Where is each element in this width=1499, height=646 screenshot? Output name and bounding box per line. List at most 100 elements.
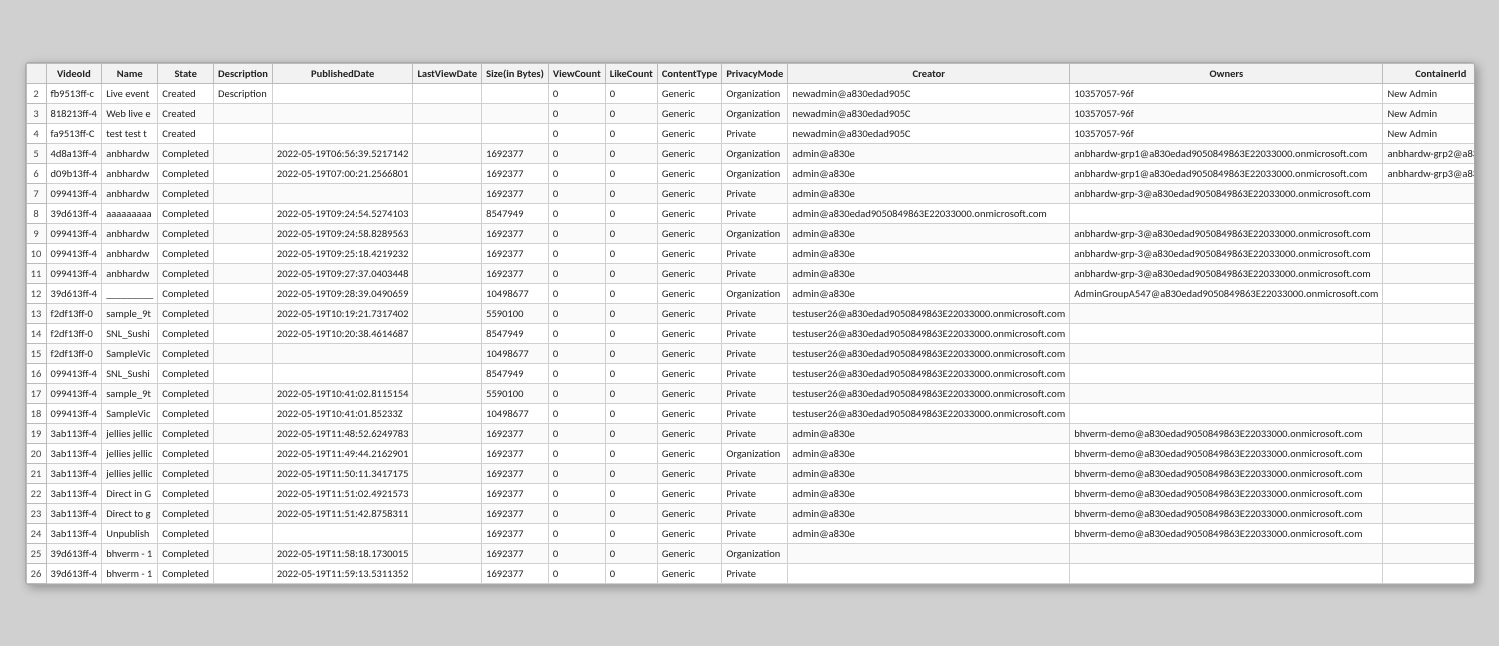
table-cell bbox=[1070, 543, 1383, 563]
table-row: 213ab113ff-4jellies jellicCompleted2022-… bbox=[26, 463, 1474, 483]
column-header-state: State bbox=[158, 63, 214, 83]
table-cell: testuser26@a830edad9050849863E22033000.o… bbox=[788, 303, 1070, 323]
table-cell: Generic bbox=[657, 303, 721, 323]
table-cell bbox=[214, 363, 273, 383]
row-number: 22 bbox=[26, 483, 46, 503]
table-cell: 0 bbox=[548, 403, 605, 423]
row-number: 11 bbox=[26, 263, 46, 283]
table-cell: 0 bbox=[605, 543, 657, 563]
table-cell: Created bbox=[158, 123, 214, 143]
table-cell: 0 bbox=[605, 303, 657, 323]
table-cell: AdminGroupA547@a830edad9050849863E220330… bbox=[1070, 283, 1383, 303]
table-cell bbox=[1383, 283, 1474, 303]
table-row: 1239d613ff-4_________Completed2022-05-19… bbox=[26, 283, 1474, 303]
column-header-row: VideoIdNameStateDescriptionPublishedDate… bbox=[26, 63, 1474, 83]
table-cell: 1692377 bbox=[482, 223, 549, 243]
table-cell: Private bbox=[722, 483, 788, 503]
spreadsheet-wrapper[interactable]: VideoIdNameStateDescriptionPublishedDate… bbox=[26, 63, 1474, 584]
table-cell bbox=[214, 103, 273, 123]
table-row: 10099413ff-4anbhardwCompleted2022-05-19T… bbox=[26, 243, 1474, 263]
column-header-publisheddate: PublishedDate bbox=[272, 63, 413, 83]
table-cell: Completed bbox=[158, 363, 214, 383]
table-cell: 0 bbox=[548, 143, 605, 163]
table-cell: Completed bbox=[158, 283, 214, 303]
table-cell bbox=[788, 563, 1070, 583]
table-row: 193ab113ff-4jellies jellicCompleted2022-… bbox=[26, 423, 1474, 443]
table-cell bbox=[413, 283, 482, 303]
table-cell: 0 bbox=[548, 523, 605, 543]
table-cell bbox=[214, 383, 273, 403]
table-cell: 0 bbox=[605, 243, 657, 263]
table-cell bbox=[413, 163, 482, 183]
table-cell: 0 bbox=[605, 223, 657, 243]
table-cell: SNL_Sushi bbox=[102, 363, 158, 383]
table-cell: Completed bbox=[158, 483, 214, 503]
table-cell: 0 bbox=[605, 563, 657, 583]
table-cell: Direct to g bbox=[102, 503, 158, 523]
table-cell: bhverm-demo@a830edad9050849863E22033000.… bbox=[1070, 463, 1383, 483]
table-cell: anbhardw bbox=[102, 183, 158, 203]
table-cell: bhverm - 1 bbox=[102, 563, 158, 583]
table-row: 17099413ff-4sample_9tCompleted2022-05-19… bbox=[26, 383, 1474, 403]
table-cell bbox=[482, 123, 549, 143]
table-cell: 2022-05-19T09:28:39.0490659 bbox=[272, 283, 413, 303]
table-cell: Completed bbox=[158, 263, 214, 283]
column-header-name: Name bbox=[102, 63, 158, 83]
table-cell bbox=[214, 463, 273, 483]
table-cell: Organization bbox=[722, 103, 788, 123]
table-cell: Completed bbox=[158, 303, 214, 323]
table-row: 243ab113ff-4UnpublishCompleted169237700G… bbox=[26, 523, 1474, 543]
table-cell bbox=[1383, 543, 1474, 563]
table-cell: 10357057-96f bbox=[1070, 103, 1383, 123]
table-cell bbox=[413, 503, 482, 523]
table-cell: 2022-05-19T10:41:02.8115154 bbox=[272, 383, 413, 403]
table-cell: admin@a830e bbox=[788, 523, 1070, 543]
table-cell: 0 bbox=[548, 463, 605, 483]
table-cell: newadmin@a830edad905C bbox=[788, 123, 1070, 143]
table-cell: Completed bbox=[158, 323, 214, 343]
table-cell bbox=[1070, 203, 1383, 223]
table-cell: Private bbox=[722, 203, 788, 223]
table-cell bbox=[272, 363, 413, 383]
table-row: 16099413ff-4SNL_SushiCompleted854794900G… bbox=[26, 363, 1474, 383]
table-cell: 1692377 bbox=[482, 483, 549, 503]
data-table: VideoIdNameStateDescriptionPublishedDate… bbox=[26, 63, 1474, 584]
table-cell: 818213ff-4 bbox=[46, 103, 102, 123]
table-cell: 0 bbox=[548, 323, 605, 343]
table-cell bbox=[214, 283, 273, 303]
column-header-description: Description bbox=[214, 63, 273, 83]
table-row: 4fa9513ff-Ctest test tCreated00GenericPr… bbox=[26, 123, 1474, 143]
table-cell: 1692377 bbox=[482, 243, 549, 263]
table-cell: Private bbox=[722, 343, 788, 363]
table-row: 13f2df13ff-0sample_9tCompleted2022-05-19… bbox=[26, 303, 1474, 323]
table-cell: Generic bbox=[657, 323, 721, 343]
column-header-creator: Creator bbox=[788, 63, 1070, 83]
table-cell: 0 bbox=[548, 283, 605, 303]
table-cell: Generic bbox=[657, 83, 721, 103]
table-cell: Generic bbox=[657, 463, 721, 483]
column-header-size-in-bytes-: Size(in Bytes) bbox=[482, 63, 549, 83]
table-cell: Private bbox=[722, 423, 788, 443]
row-number: 15 bbox=[26, 343, 46, 363]
row-number: 13 bbox=[26, 303, 46, 323]
table-cell: 1692377 bbox=[482, 543, 549, 563]
table-cell: aaaaaaaaa bbox=[102, 203, 158, 223]
table-cell bbox=[214, 443, 273, 463]
table-cell bbox=[413, 243, 482, 263]
table-cell: anbhardw-grp3@a830ed bbox=[1383, 163, 1474, 183]
table-cell: 3ab113ff-4 bbox=[46, 483, 102, 503]
table-cell: 0 bbox=[605, 503, 657, 523]
column-header-videoid: VideoId bbox=[46, 63, 102, 83]
table-cell: admin@a830e bbox=[788, 483, 1070, 503]
table-cell bbox=[272, 103, 413, 123]
table-cell: 0 bbox=[605, 523, 657, 543]
table-cell: New Admin bbox=[1383, 103, 1474, 123]
table-cell: bhverm - 1 bbox=[102, 543, 158, 563]
table-cell: 099413ff-4 bbox=[46, 243, 102, 263]
table-cell bbox=[214, 503, 273, 523]
table-cell: admin@a830e bbox=[788, 503, 1070, 523]
table-cell: Created bbox=[158, 103, 214, 123]
table-cell: Generic bbox=[657, 563, 721, 583]
table-cell: admin@a830edad9050849863E22033000.onmicr… bbox=[788, 203, 1070, 223]
table-cell: 0 bbox=[548, 423, 605, 443]
